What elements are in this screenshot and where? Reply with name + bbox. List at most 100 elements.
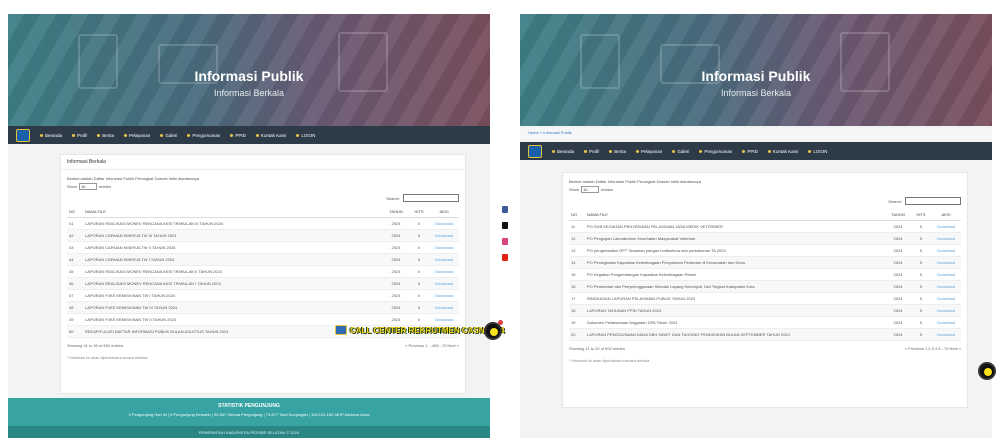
entries-label: entries xyxy=(99,184,112,189)
table-row: 17 RINGKASAN LAPORAN PELAYANAN PUBLIK TAH… xyxy=(569,292,961,305)
nav-item-login[interactable]: LOGIN xyxy=(808,149,827,154)
download-link[interactable]: Download xyxy=(429,241,459,254)
entries-select[interactable]: 10 xyxy=(581,186,600,193)
nav-item-pelayanan[interactable]: Pelayanan xyxy=(636,149,662,154)
hits: 0 xyxy=(911,220,931,233)
column-header[interactable]: NO xyxy=(67,206,83,218)
nav-item-pelayanan[interactable]: Pelayanan xyxy=(124,133,150,138)
hero-title: Informasi Publik xyxy=(194,68,304,84)
facebook-icon[interactable] xyxy=(502,206,508,213)
file-name: PO Pemberian dan Penyelenggaraan Sekolah… xyxy=(585,280,885,293)
call-center-banner[interactable]: CALL CENTER REKRUTMEN CASN 2024 xyxy=(335,325,505,335)
nav-item-berita[interactable]: Berita xyxy=(97,133,114,138)
download-link[interactable]: Download xyxy=(931,304,961,317)
nav-item-beranda[interactable]: Beranda xyxy=(40,133,62,138)
page: Informasi Publik Informasi Berkala Beran… xyxy=(0,0,1000,438)
row-number: 20 xyxy=(569,328,585,341)
nav-item-profil[interactable]: Profil xyxy=(72,133,87,138)
search-input[interactable] xyxy=(905,197,961,205)
download-link[interactable]: Download xyxy=(429,253,459,266)
hits: 0 xyxy=(409,241,429,254)
hits: 0 xyxy=(911,256,931,269)
year: 2024 xyxy=(383,265,409,278)
row-number: 49 xyxy=(67,313,83,326)
breadcrumb[interactable]: Home > Informasi Publik xyxy=(520,128,992,138)
download-link[interactable]: Download xyxy=(429,277,459,290)
row-number: 11 xyxy=(569,220,585,233)
column-header[interactable]: NAMA FILE xyxy=(585,209,885,221)
download-link[interactable]: Download xyxy=(931,232,961,245)
pagination[interactable]: « Previous 1 2 3 4 5...70 Next » xyxy=(905,346,961,351)
site-logo-icon[interactable] xyxy=(16,128,30,142)
column-header[interactable]: HITS xyxy=(911,209,931,221)
instagram-icon[interactable] xyxy=(502,238,508,245)
pagination[interactable]: « Previous 1 ...456...70 Next » xyxy=(405,343,459,348)
main-navbar: Beranda Profil Berita Pelayanan Galeri P… xyxy=(8,126,490,144)
hits: 0 xyxy=(911,244,931,257)
download-link[interactable]: Download xyxy=(931,292,961,305)
file-name: PO SUB KEGIATAN PENYEDIAAN PELAYANAN JAS… xyxy=(585,220,885,233)
stats-line: 0 Pengunjung Hari ini | 0 Pengunjung Kem… xyxy=(128,412,370,417)
nav-item-profil[interactable]: Profil xyxy=(584,149,599,154)
table-row: 45 LAPORAN REALISASI MONEV RENCANA AKSI T… xyxy=(67,265,459,278)
site-logo-icon[interactable] xyxy=(528,144,542,158)
nav-item-galeri[interactable]: Galeri xyxy=(160,133,177,138)
row-number: 50 xyxy=(67,325,83,338)
download-link[interactable]: Download xyxy=(931,328,961,341)
download-link[interactable]: Download xyxy=(931,316,961,329)
search-input[interactable] xyxy=(403,194,459,202)
column-header[interactable]: NO xyxy=(569,209,585,221)
nav-item-ppid[interactable]: PPID xyxy=(742,149,758,154)
nav-item-kontak[interactable]: Kontak Kami xyxy=(767,149,798,154)
download-link[interactable]: Download xyxy=(429,217,459,230)
main-navbar: Beranda Profil Berita Pelayanan Galeri P… xyxy=(520,142,992,160)
nav-item-berita[interactable]: Berita xyxy=(609,149,626,154)
column-header[interactable]: NAMA FILE xyxy=(83,206,383,218)
year: 2024 xyxy=(885,316,911,329)
nav-item-galeri[interactable]: Galeri xyxy=(672,149,689,154)
download-link[interactable]: Download xyxy=(429,313,459,326)
chat-icon[interactable] xyxy=(978,362,996,380)
file-name: Dokumen Pelaksanaan Anggaran DPA Tahun 2… xyxy=(585,316,885,329)
download-link[interactable]: Download xyxy=(429,265,459,278)
year: 2024 xyxy=(885,328,911,341)
entries-select[interactable]: 10 xyxy=(79,183,98,190)
nav-item-ppid[interactable]: PPID xyxy=(230,133,246,138)
file-name: LAPORAN REALISASI MONEV RENCANA AKSI TRI… xyxy=(83,277,383,290)
download-link[interactable]: Download xyxy=(931,268,961,281)
download-link[interactable]: Download xyxy=(429,289,459,302)
youtube-icon[interactable] xyxy=(502,254,508,261)
column-header[interactable]: AKSI xyxy=(429,206,459,218)
table-row: 13 PO pengendalian OPT Tanaman pangan hor… xyxy=(569,244,961,257)
download-link[interactable]: Download xyxy=(931,220,961,233)
hero-title: Informasi Publik xyxy=(701,68,811,84)
emblem-icon xyxy=(335,325,347,335)
column-header[interactable]: TAHUN xyxy=(885,209,911,221)
call-center-text: CALL CENTER REKRUTMEN CASN 2024 xyxy=(350,325,505,335)
show-label: Show xyxy=(67,184,78,189)
hits: 0 xyxy=(409,277,429,290)
row-number: 41 xyxy=(67,217,83,230)
nav-item-kontak[interactable]: Kontak Kami xyxy=(255,133,286,138)
nav-item-beranda[interactable]: Beranda xyxy=(552,149,574,154)
hero-subtitle: Informasi Berkala xyxy=(720,88,792,98)
files-table: NO NAMA FILE TAHUN HITS AKSI 41 LAPORAN R… xyxy=(67,206,459,338)
column-header[interactable]: AKSI xyxy=(931,209,961,221)
year: 2024 xyxy=(383,289,409,302)
table-row: 20 LAPORAN PENGGUNAAN DANA DBH SAWIT DAN … xyxy=(569,328,961,341)
column-header[interactable]: HITS xyxy=(409,206,429,218)
download-link[interactable]: Download xyxy=(931,256,961,269)
nav-item-login[interactable]: LOGIN xyxy=(296,133,315,138)
table-row: 48 LAPORAN PJKE KEMISKINAN TW III TAHUN 2… xyxy=(67,301,459,314)
nav-item-pengumuman[interactable]: Pengumuman xyxy=(187,133,220,138)
download-link[interactable]: Download xyxy=(931,280,961,293)
visitor-stats: STATISTIK PENGUNJUNG 0 Pengunjung Hari i… xyxy=(8,398,490,426)
hits: 0 xyxy=(409,301,429,314)
tiktok-icon[interactable] xyxy=(502,222,508,229)
nav-item-pengumuman[interactable]: Pengumuman xyxy=(699,149,732,154)
download-link[interactable]: Download xyxy=(429,229,459,242)
file-name: LAPORAN CAPAIAN KINERJA TW III TAHUN 202… xyxy=(83,229,383,242)
column-header[interactable]: TAHUN xyxy=(383,206,409,218)
download-link[interactable]: Download xyxy=(429,301,459,314)
download-link[interactable]: Download xyxy=(931,244,961,257)
